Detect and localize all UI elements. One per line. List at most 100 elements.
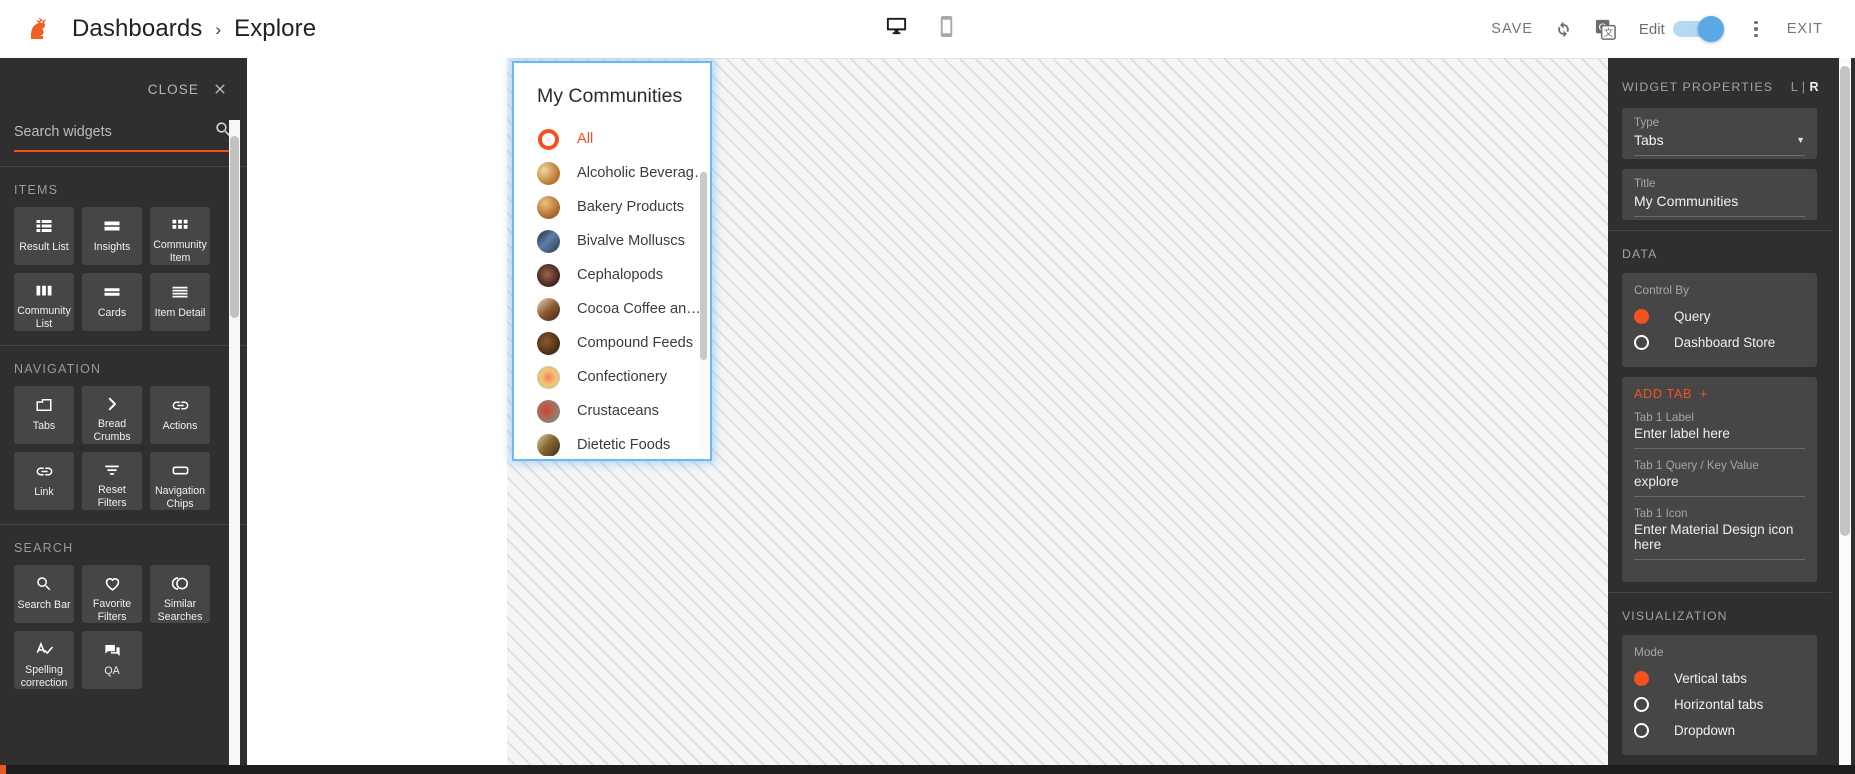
add-tab-button[interactable]: ADD TAB + [1634,387,1805,401]
cards-icon [103,282,121,302]
community-tab-label: Compound Feeds [577,335,694,351]
widget-tile-community-list[interactable]: Community List [14,273,74,331]
widget-tile-similar-searches[interactable]: Similar Searches [150,565,210,623]
community-tab-item[interactable]: Cephalopods [514,258,710,292]
bottom-status-bar [0,765,1855,774]
type-field-label: Type [1634,116,1660,129]
sidebar-section-title-items: ITEMS [14,183,59,197]
radio-control-by-dashboard-store[interactable]: Dashboard Store [1634,329,1805,355]
widget-tile-search-bar[interactable]: Search Bar [14,565,74,623]
breadcrumb: Dashboards › Explore [72,15,316,43]
desktop-view-icon[interactable] [885,15,908,43]
align-left-option[interactable]: L [1791,80,1798,94]
community-tab-item[interactable]: Dietetic Foods [514,428,710,456]
widget-tile-navigation-chips[interactable]: Navigation Chips [150,452,210,510]
tab1-label-field[interactable]: Tab 1 Label Enter label here [1634,411,1805,449]
radio-mode-vertical-tabs[interactable]: Vertical tabs [1634,665,1805,691]
edit-mode-toggle[interactable] [1672,16,1724,42]
community-tab-item[interactable]: Confectionery [514,360,710,394]
widget-tile-actions[interactable]: Actions [150,386,210,444]
sidebar-scrollbar-thumb[interactable] [230,136,239,318]
widget-tile-tabs[interactable]: Tabs [14,386,74,444]
refresh-icon[interactable] [1543,8,1585,50]
title-text-field[interactable]: Title My Communities [1622,169,1817,220]
tab1-query-value[interactable]: explore [1634,474,1805,497]
widget-tile-reset-filters[interactable]: Reset Filters [82,452,142,510]
exit-button[interactable]: EXIT [1777,21,1833,37]
radio-icon-selected[interactable] [1634,670,1649,686]
squirrel-logo-icon[interactable] [20,12,54,46]
chat-bubbles-icon [103,640,122,660]
left-right-align-toggle[interactable]: L | R [1791,80,1819,94]
community-tab-item[interactable]: Cocoa Coffee an… [514,292,710,326]
type-select-field[interactable]: Type Tabs ▼ [1622,108,1817,159]
community-tab-item[interactable]: Bakery Products [514,190,710,224]
widget-tile-result-list[interactable]: Result List [14,207,74,265]
visualization-section-title: VISUALIZATION [1622,609,1728,623]
avatar [537,195,560,219]
radio-label: Dropdown [1674,722,1736,738]
radio-mode-horizontal-tabs[interactable]: Horizontal tabs [1634,691,1805,717]
title-field-value[interactable]: My Communities [1634,193,1738,209]
widget-tile-qa[interactable]: QA [82,631,142,689]
widget-tile-insights[interactable]: Insights [82,207,142,265]
community-tab-label: Cephalopods [577,267,664,283]
community-tab-item[interactable]: Crustaceans [514,394,710,428]
dashboard-explore-editor: Dashboards › Explore SAVE G 文 [0,0,1855,774]
breadcrumb-explore[interactable]: Explore [234,15,316,43]
search-widgets-input[interactable] [14,124,214,140]
align-right-option[interactable]: R [1809,80,1819,94]
widget-tile-label: Result List [19,241,69,253]
tab1-icon-value[interactable]: Enter Material Design icon here [1634,522,1805,560]
radio-label: Horizontal tabs [1674,696,1764,712]
sidebar-close-label[interactable]: CLOSE [148,82,199,97]
widget-tile-item-detail[interactable]: Item Detail [150,273,210,331]
search-icon [35,574,53,594]
save-button[interactable]: SAVE [1481,21,1543,37]
translate-icon[interactable]: G 文 [1585,8,1627,50]
tab1-query-field[interactable]: Tab 1 Query / Key Value explore [1634,459,1805,497]
radio-icon[interactable] [1634,696,1649,712]
chevron-down-icon[interactable]: ▼ [1796,135,1805,145]
widget-tile-spelling-correction[interactable]: Spelling correction [14,631,74,689]
radio-control-by-query[interactable]: Query [1634,303,1805,329]
radio-icon[interactable] [1634,334,1649,350]
avatar [537,161,560,185]
close-icon[interactable] [203,72,237,106]
widget-tile-favorite-filters[interactable]: Favorite Filters [82,565,142,623]
tab1-icon-field[interactable]: Tab 1 Icon Enter Material Design icon he… [1634,507,1805,560]
community-tab-label: Crustaceans [577,403,659,419]
community-tab-item[interactable]: Compound Feeds [514,326,710,360]
widget-tile-link[interactable]: Link [14,452,74,510]
widget-tile-cards[interactable]: Cards [82,273,142,331]
radio-icon[interactable] [1634,722,1649,738]
widget-tile-community-item[interactable]: Community Item [150,207,210,265]
widget-tile-bread-crumbs[interactable]: Bread Crumbs [82,386,142,444]
grid-9-icon [171,216,189,234]
dashboard-canvas[interactable]: My Communities All Alcoholic Beverag… Ba… [247,58,1608,774]
mobile-view-icon[interactable] [935,15,958,43]
widget-grid-navigation: Tabs Bread Crumbs Actions Link Reset Fil… [0,386,247,524]
tabs-widget-preview[interactable]: My Communities All Alcoholic Beverag… Ba… [512,61,712,461]
widget-list-scrollbar-thumb[interactable] [700,172,707,360]
properties-scrollbar-thumb[interactable] [1840,66,1850,536]
tab1-label-value[interactable]: Enter label here [1634,426,1805,449]
community-tab-list[interactable]: All Alcoholic Beverag… Bakery Products B… [514,122,710,456]
breadcrumb-dashboards[interactable]: Dashboards [72,15,202,43]
breadcrumb-separator-icon: › [215,19,222,39]
widget-library-sidebar: CLOSE ITEMS Result List [0,58,247,774]
community-tab-item[interactable]: Bivalve Molluscs [514,224,710,258]
title-field-label: Title [1634,177,1656,190]
avatar [537,297,560,321]
radio-icon-selected[interactable] [1634,308,1649,324]
community-tab-label: All [577,131,594,147]
toggle-knob [1697,16,1724,42]
radio-label: Query [1674,308,1711,324]
community-tab-all[interactable]: All [514,122,710,156]
community-tab-item[interactable]: Alcoholic Beverag… [514,156,710,190]
more-vertical-icon[interactable] [1735,8,1777,50]
kebab-dots [1754,20,1758,38]
radio-mode-dropdown[interactable]: Dropdown [1634,717,1805,743]
avatar [537,229,560,253]
widget-tile-label: Search Bar [17,599,71,611]
